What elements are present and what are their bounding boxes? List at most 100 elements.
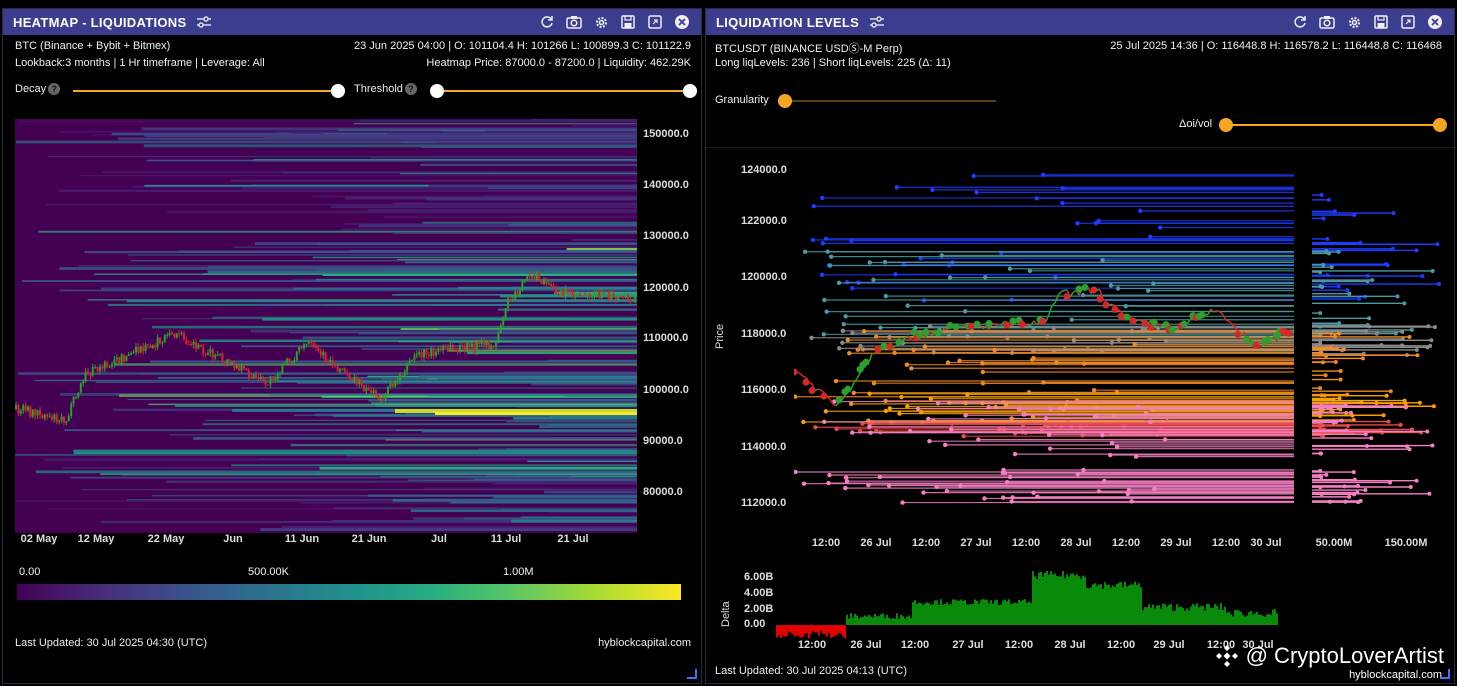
granularity-slider-handle[interactable] (778, 94, 792, 108)
gear-icon[interactable] (1345, 13, 1363, 31)
delta-bar (1194, 605, 1196, 625)
liquidity-band (59, 289, 637, 292)
delta-bar (780, 625, 782, 639)
liquidity-band (407, 479, 637, 481)
candle (427, 354, 430, 357)
filter-icon[interactable] (869, 15, 885, 29)
camera-icon[interactable] (1318, 13, 1336, 31)
liq-level-dot (827, 472, 832, 478)
price-line (832, 403, 837, 407)
liquidity-band (385, 439, 637, 441)
candle (180, 333, 183, 335)
delta-bar (1222, 609, 1224, 625)
liquidity-band (46, 204, 637, 206)
candle (151, 345, 154, 348)
candle (559, 290, 562, 295)
refresh-icon[interactable] (538, 13, 556, 31)
save-icon[interactable] (1372, 13, 1390, 31)
doi-vol-slider[interactable] (1226, 124, 1440, 126)
liquidity-band (393, 232, 637, 234)
candle (579, 293, 581, 296)
liquidity-band (341, 228, 637, 231)
candle (612, 293, 615, 298)
candle (473, 343, 476, 352)
resize-handle[interactable] (1440, 669, 1450, 679)
price-line (943, 327, 948, 330)
resize-handle[interactable] (687, 669, 697, 679)
candle (607, 291, 610, 299)
liquidity-band (554, 291, 637, 295)
heatmap-site-link[interactable]: hyblockcapital.com (598, 637, 691, 649)
heatmap-panel: HEATMAP - LIQUIDATIONS BTC (Binance + By… (2, 8, 702, 684)
liq-level-dot (850, 430, 855, 435)
candle (139, 346, 142, 353)
heatmap-chart[interactable] (15, 119, 637, 533)
delta-bar (1212, 607, 1214, 625)
candle (408, 360, 411, 364)
decay-slider-handle[interactable] (331, 84, 345, 98)
delta-bar (886, 614, 888, 625)
liq-level-dot (833, 378, 839, 384)
filter-icon[interactable] (196, 15, 212, 29)
threshold-label: Threshold? (354, 83, 417, 95)
candle (63, 416, 65, 423)
granularity-label: Granularity (715, 94, 769, 106)
granularity-slider[interactable] (784, 100, 996, 102)
help-icon[interactable]: ? (404, 83, 417, 95)
candle (351, 379, 353, 382)
delta-bar (1134, 581, 1136, 625)
liq-levels-panel: LIQUIDATION LEVELS BTCUSDT (BINANCE USDⓈ… (705, 8, 1456, 684)
delta-bar (1140, 587, 1142, 625)
price-line (958, 325, 963, 328)
expand-icon[interactable] (646, 13, 664, 31)
doi-vol-slider-handle[interactable] (1219, 118, 1233, 132)
liq-level-dot (845, 337, 850, 343)
candle (317, 347, 320, 352)
camera-icon[interactable] (565, 13, 583, 31)
delta-bar (1132, 584, 1134, 625)
candle (185, 339, 188, 345)
close-icon[interactable] (1426, 13, 1444, 31)
help-icon[interactable]: ? (48, 83, 61, 95)
refresh-icon[interactable] (1291, 13, 1309, 31)
close-icon[interactable] (673, 13, 691, 31)
candle (384, 394, 387, 400)
side-dot (1323, 373, 1328, 378)
delta-bar (992, 603, 994, 625)
decay-slider[interactable] (73, 90, 338, 92)
candle (235, 365, 238, 369)
delta-bar (900, 614, 902, 625)
expand-icon[interactable] (1399, 13, 1417, 31)
threshold-slider-end-handle[interactable] (683, 84, 697, 98)
candle (120, 354, 123, 363)
delta-bar (1022, 599, 1024, 625)
candle (247, 370, 250, 378)
delta-bar (804, 625, 806, 634)
threshold-slider-handle[interactable] (430, 84, 444, 98)
side-dot (1345, 288, 1350, 293)
threshold-slider[interactable] (435, 90, 691, 92)
y-axis-tick: 130000.0 (643, 230, 689, 242)
candle (439, 349, 442, 351)
delta-bar (1118, 582, 1120, 625)
liq-levels-chart[interactable] (794, 161, 1294, 539)
candle (19, 410, 22, 414)
save-icon[interactable] (619, 13, 637, 31)
delta-bar (1010, 604, 1012, 625)
delta-bar (1270, 614, 1272, 625)
liq-level-dot (961, 433, 966, 439)
side-dot (1409, 327, 1414, 332)
delta-bar (806, 625, 808, 634)
candle (245, 368, 248, 371)
liquidity-band (571, 123, 637, 127)
candle (353, 376, 356, 382)
candle (147, 344, 149, 346)
liq-level-dot (809, 335, 814, 340)
delta-bar (798, 625, 800, 637)
doi-vol-slider-end-handle[interactable] (1433, 118, 1447, 132)
gear-icon[interactable] (592, 13, 610, 31)
side-dot (1417, 400, 1422, 405)
liq-side-histogram[interactable] (1312, 161, 1452, 539)
liquidity-band (302, 336, 637, 339)
delta-chart[interactable] (776, 561, 1296, 643)
